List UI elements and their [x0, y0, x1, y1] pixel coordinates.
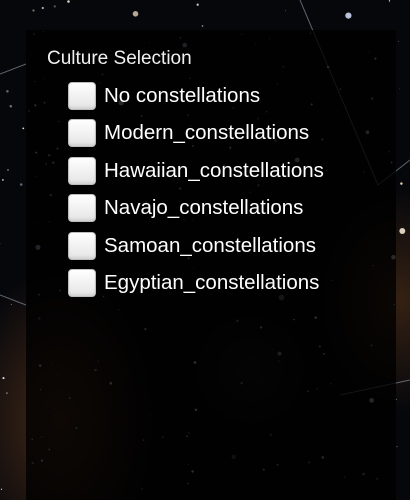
- culture-option-samoan[interactable]: Samoan_constellations: [68, 227, 388, 265]
- star: [201, 25, 204, 27]
- checkbox[interactable]: [68, 156, 96, 185]
- star: [9, 105, 13, 108]
- star: [0, 243, 1, 244]
- star: [6, 90, 9, 93]
- star: [19, 183, 23, 186]
- star: [0, 488, 3, 490]
- constellation-line: [0, 63, 27, 75]
- checkbox[interactable]: [68, 194, 96, 223]
- culture-option-egyptian[interactable]: Egyptian_constellations: [68, 265, 388, 303]
- culture-list: No constellations Modern_constellations …: [68, 77, 388, 302]
- star: [5, 392, 8, 395]
- panel-title: Culture Selection: [47, 48, 192, 69]
- culture-option-none[interactable]: No constellations: [68, 77, 388, 115]
- star: [132, 11, 139, 17]
- star: [53, 5, 56, 8]
- culture-label: No constellations: [104, 83, 261, 107]
- checkbox[interactable]: [68, 269, 96, 298]
- star: [32, 9, 35, 12]
- star: [41, 6, 44, 10]
- star: [10, 303, 13, 306]
- star: [2, 179, 4, 181]
- star: [399, 228, 406, 234]
- constellation-line: [0, 294, 27, 306]
- star: [399, 88, 401, 90]
- culture-option-navajo[interactable]: Navajo_constellations: [68, 190, 388, 228]
- star: [196, 3, 199, 6]
- culture-option-modern[interactable]: Modern_constellations: [68, 115, 388, 153]
- star: [285, 10, 286, 12]
- star: [22, 127, 25, 130]
- star: [7, 169, 9, 171]
- sky-view[interactable]: Culture Selection No constellations Mode…: [0, 0, 410, 500]
- culture-label: Samoan_constellations: [104, 233, 316, 257]
- star: [398, 41, 400, 42]
- culture-label: Egyptian_constellations: [104, 271, 320, 295]
- culture-label: Hawaiian_constellations: [104, 158, 324, 182]
- star: [345, 12, 352, 19]
- checkbox[interactable]: [68, 231, 96, 260]
- star: [400, 182, 403, 185]
- star: [67, 0, 70, 3]
- culture-option-hawaiian[interactable]: Hawaiian_constellations: [68, 152, 388, 190]
- star: [396, 446, 398, 448]
- culture-label: Navajo_constellations: [104, 196, 304, 220]
- culture-label: Modern_constellations: [104, 121, 310, 145]
- star: [2, 377, 5, 380]
- star: [388, 0, 391, 2]
- checkbox[interactable]: [68, 81, 96, 110]
- checkbox[interactable]: [68, 119, 96, 148]
